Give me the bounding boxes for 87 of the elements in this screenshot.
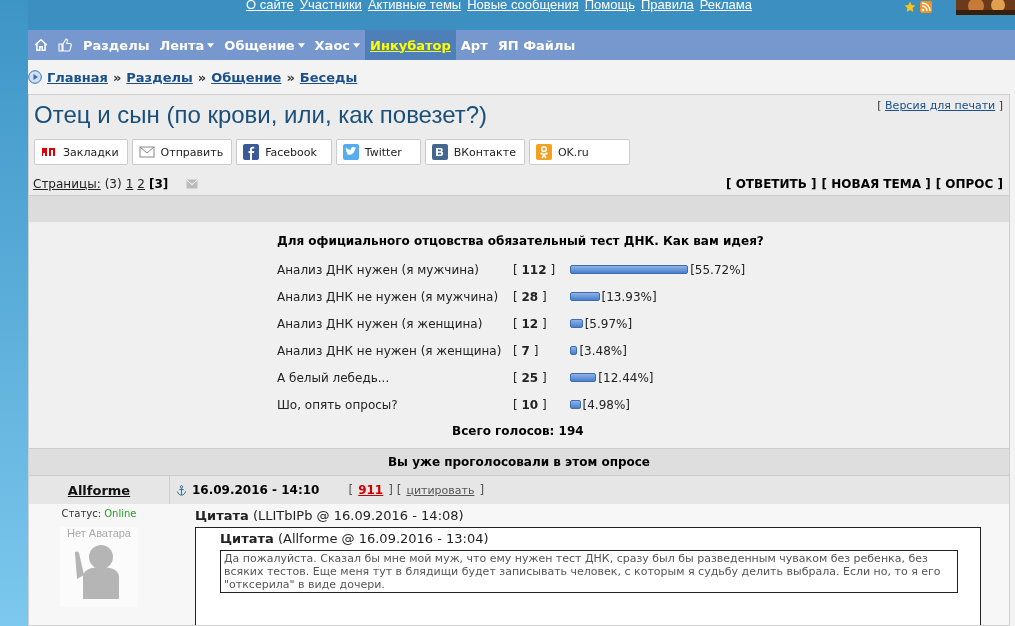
bracket: [ bbox=[348, 483, 354, 497]
quote-header: Цитата (Allforme @ 16.09.2016 - 13:04) bbox=[220, 531, 490, 546]
bracket: ] [ bbox=[388, 483, 402, 497]
breadcrumb-link[interactable]: Общение bbox=[211, 69, 282, 85]
header-link[interactable]: Активные темы bbox=[367, 0, 462, 12]
header-link[interactable]: Новые сообщения bbox=[467, 0, 579, 12]
poll-bar bbox=[570, 400, 581, 409]
pages-link[interactable]: Страницы: bbox=[33, 177, 101, 191]
vote-count: [ 12 ] bbox=[513, 316, 548, 331]
status-label: Статус: bbox=[61, 508, 102, 519]
quote-text: Да пожалуйста. Сказал бы мне мой муж, что ему нужен тест ДНК, сразу был бы разведенным чуваком без ребенка, без всяких тестов. Еще меня тут в блядищи будет записывать человек, с которым я судьбу делить выбрала. Если но, то я его "откcерила" в виде дочери. bbox=[220, 550, 958, 593]
caret-icon bbox=[207, 42, 215, 48]
poll-bar bbox=[570, 292, 600, 301]
action-link[interactable]: [ НОВАЯ ТЕМА ] bbox=[821, 177, 931, 191]
share-button[interactable]: Закладки bbox=[34, 139, 128, 165]
nav-item[interactable]: Инкубатор bbox=[365, 30, 456, 60]
poll-option: А белый лебедь... bbox=[277, 370, 513, 385]
poll-option: Анализ ДНК не нужен (я мужчина) bbox=[277, 289, 513, 304]
vote-percent: [13.93%] bbox=[601, 289, 657, 304]
poll-question: Для официального отцовства обязательный тест ДНК. Как вам идея? bbox=[277, 234, 765, 248]
envelope-icon[interactable] bbox=[186, 178, 199, 190]
vote-count: [ 10 ] bbox=[513, 397, 548, 412]
caret-icon bbox=[353, 42, 361, 48]
vote-percent: [4.98%] bbox=[582, 397, 631, 412]
poll-bar bbox=[570, 373, 597, 382]
vote-count: [ 7 ] bbox=[513, 343, 540, 358]
envelope-icon bbox=[138, 144, 155, 160]
page-link[interactable]: 1 bbox=[125, 177, 134, 191]
poll-option: Анализ ДНК нужен (я мужчина) bbox=[277, 262, 513, 277]
page-count: (3) bbox=[104, 177, 122, 191]
online-status: Online bbox=[104, 508, 137, 519]
share-button[interactable]: Отправить bbox=[131, 139, 233, 165]
total-votes: Всего голосов: 194 bbox=[451, 423, 585, 440]
avatar-caption: Нет Аватара bbox=[67, 527, 131, 539]
action-link[interactable]: [ ОТВЕТИТЬ ] bbox=[725, 177, 817, 191]
quote-header: Цитата (LLITbIPb @ 16.09.2016 - 14:08) bbox=[195, 508, 465, 523]
post-date: 16.09.2016 - 14:10 bbox=[192, 483, 320, 497]
vk-logo-icon bbox=[431, 144, 448, 160]
share-button[interactable]: Facebook bbox=[236, 139, 332, 165]
share-button[interactable]: OK.ru bbox=[528, 139, 630, 165]
print-version-link[interactable]: Версия для печати bbox=[885, 99, 996, 112]
vote-percent: [12.44%] bbox=[598, 370, 654, 385]
vote-percent: [5.97%] bbox=[584, 316, 633, 331]
breadcrumb-separator: » bbox=[112, 69, 122, 85]
header-link[interactable]: Правила bbox=[640, 0, 694, 12]
voted-notice: Вы уже проголосовали в этом опросе bbox=[29, 448, 1009, 475]
breadcrumb-link[interactable]: Разделы bbox=[126, 69, 193, 85]
poll-bar bbox=[570, 346, 578, 355]
bracket: ] bbox=[998, 99, 1003, 112]
thumbs-up-icon[interactable] bbox=[58, 38, 72, 52]
anchor-icon[interactable] bbox=[176, 484, 187, 496]
caret-icon bbox=[297, 42, 305, 48]
vote-count: [ 28 ] bbox=[513, 289, 548, 304]
bracket: [ bbox=[877, 99, 882, 112]
action-link[interactable]: [ ОПРОС ] bbox=[935, 177, 1003, 191]
breadcrumb-link[interactable]: Главная bbox=[47, 69, 108, 85]
quote-link[interactable]: цитировать bbox=[406, 483, 475, 497]
poll-option: Анализ ДНК нужен (я женщина) bbox=[277, 316, 513, 331]
author-name[interactable]: Allforme bbox=[67, 482, 131, 498]
page-link[interactable]: 2 bbox=[137, 177, 145, 191]
poll-option: Анализ ДНК не нужен (я женщина) bbox=[277, 343, 513, 358]
share-button[interactable]: ВКонтакте bbox=[424, 139, 525, 165]
poll-option: Шо, опять опросы? bbox=[277, 397, 513, 412]
current-page: [3] bbox=[148, 177, 169, 191]
poll-bar bbox=[570, 319, 583, 328]
vote-percent: [55.72%] bbox=[690, 262, 746, 277]
facebook-logo-icon bbox=[243, 144, 260, 160]
twitter-logo-icon bbox=[342, 144, 359, 160]
rss-icon[interactable] bbox=[920, 1, 932, 13]
vote-count: [ 112 ] bbox=[513, 262, 557, 277]
home-icon[interactable] bbox=[34, 38, 48, 52]
share-button[interactable]: Twitter bbox=[335, 139, 421, 165]
star-icon[interactable] bbox=[904, 1, 916, 13]
breadcrumb-link[interactable]: Беседы bbox=[299, 69, 358, 85]
play-icon bbox=[28, 70, 42, 84]
header-link[interactable]: Реклама bbox=[699, 0, 752, 12]
bracket: ] bbox=[479, 483, 485, 497]
ok-logo-icon bbox=[535, 144, 552, 160]
header-link[interactable]: Участники bbox=[299, 0, 362, 12]
header-link[interactable]: О сайте bbox=[246, 0, 294, 12]
header-link[interactable]: Помощь bbox=[584, 0, 635, 12]
breadcrumb-separator: » bbox=[197, 69, 207, 85]
post-rating[interactable]: 911 bbox=[358, 483, 384, 497]
vote-percent: [3.48%] bbox=[579, 343, 627, 358]
breadcrumb-separator: » bbox=[286, 69, 295, 85]
topic-title: Отец и сын (по крови, или, как повезет?) bbox=[34, 101, 488, 129]
vote-count: [ 25 ] bbox=[513, 370, 548, 385]
